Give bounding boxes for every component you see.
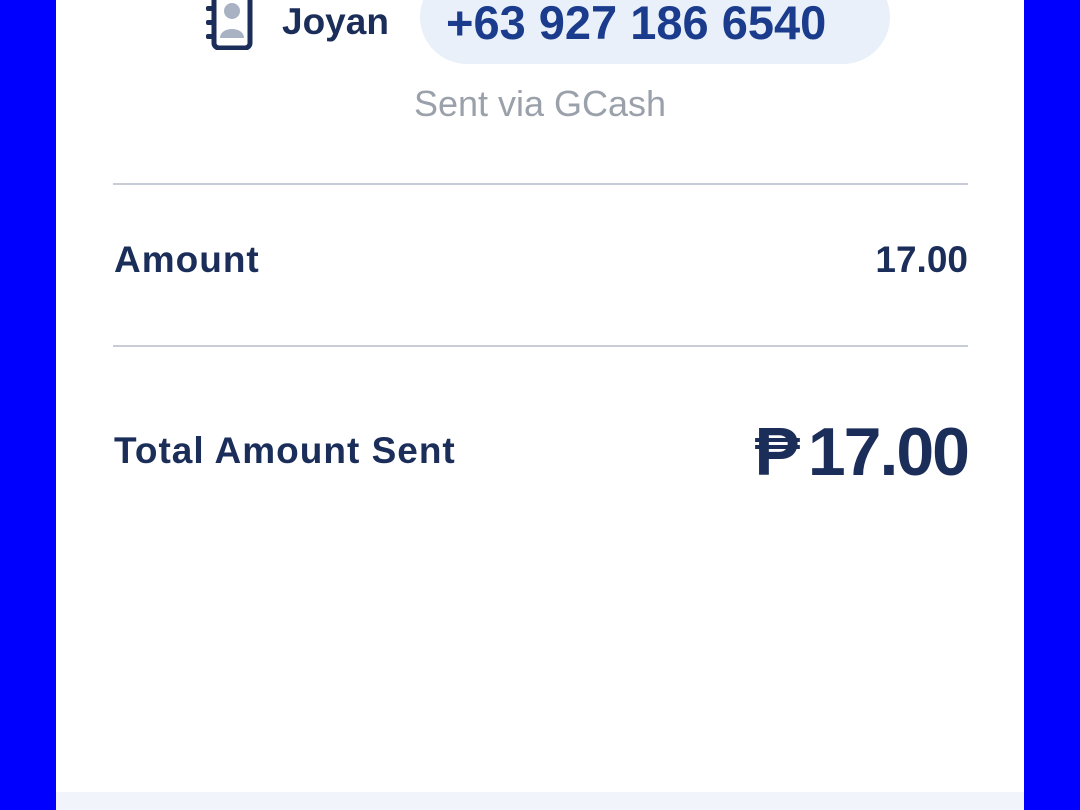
divider-top: [113, 183, 968, 185]
total-amount-label: Total Amount Sent: [114, 430, 456, 471]
divider-middle: [113, 345, 968, 347]
transaction-receipt-card: Joyan +63 927 186 6540 Sent via GCash Am…: [56, 0, 1024, 810]
sent-via-label: Sent via GCash: [413, 83, 667, 124]
footer-strip: [56, 792, 1024, 810]
amount-label: Amount: [114, 239, 260, 280]
recipient-phone-number: +63 927 186 6540: [446, 0, 827, 49]
recipient-name: Joyan: [282, 1, 389, 42]
contact-book-icon: [206, 0, 253, 50]
amount-value: 17.00: [875, 239, 968, 280]
peso-currency-symbol: ₱: [754, 414, 799, 490]
total-amount-number: 17.00: [807, 414, 970, 490]
total-amount-value: ₱ 17.00: [754, 412, 970, 492]
